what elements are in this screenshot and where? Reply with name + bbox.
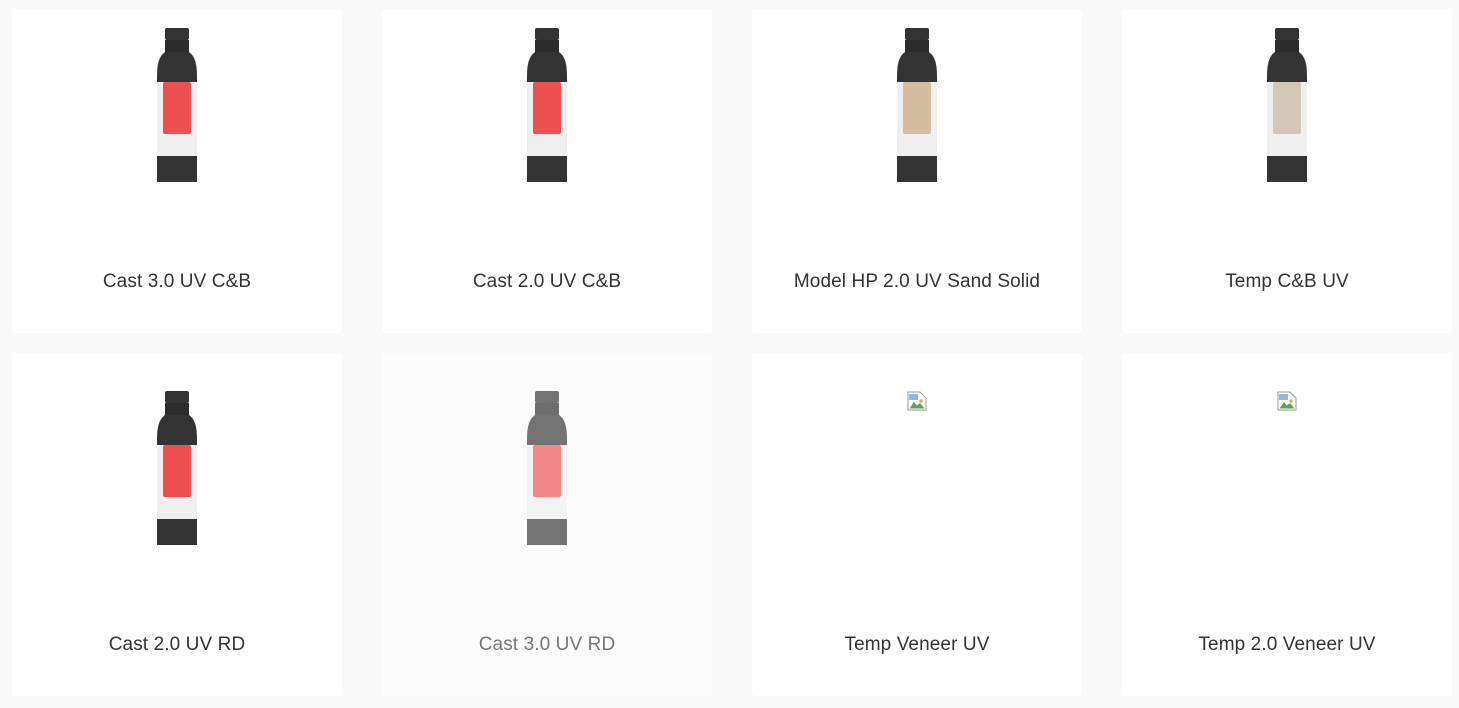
product-grid: Cast 3.0 UV C&B Cast 2.0 UV C&B Model HP… [12, 9, 1452, 696]
product-name: Cast 3.0 UV C&B [102, 271, 252, 292]
resin-bottle-image [897, 28, 937, 182]
product-card-temp-2-veneer-uv[interactable]: Temp 2.0 Veneer UV [1122, 353, 1452, 696]
resin-bottle-image [527, 28, 567, 182]
product-name: Cast 2.0 UV RD [108, 634, 246, 655]
product-card-model-hp-sand[interactable]: Model HP 2.0 UV Sand Solid [752, 9, 1082, 333]
resin-bottle-image [157, 28, 197, 182]
product-card-cast-2-uv-rd[interactable]: Cast 2.0 UV RD [12, 353, 342, 696]
product-name: Model HP 2.0 UV Sand Solid [793, 271, 1041, 292]
product-name: Cast 2.0 UV C&B [472, 271, 622, 292]
product-name: Temp C&B UV [1225, 271, 1349, 292]
resin-bottle-image [527, 391, 567, 545]
resin-bottle-image [157, 391, 197, 545]
broken-image-icon [907, 391, 927, 411]
product-card-temp-cb-uv[interactable]: Temp C&B UV [1122, 9, 1452, 333]
product-name: Temp 2.0 Veneer UV [1198, 634, 1376, 655]
resin-bottle-image [1267, 28, 1307, 182]
product-card-cast-2-uv-cb[interactable]: Cast 2.0 UV C&B [382, 9, 712, 333]
product-name: Cast 3.0 UV RD [478, 634, 616, 655]
product-name: Temp Veneer UV [844, 634, 990, 655]
product-card-cast-3-uv-cb[interactable]: Cast 3.0 UV C&B [12, 9, 342, 333]
product-card-cast-3-uv-rd[interactable]: Cast 3.0 UV RD [382, 353, 712, 696]
broken-image-icon [1277, 391, 1297, 411]
product-card-temp-veneer-uv[interactable]: Temp Veneer UV [752, 353, 1082, 696]
